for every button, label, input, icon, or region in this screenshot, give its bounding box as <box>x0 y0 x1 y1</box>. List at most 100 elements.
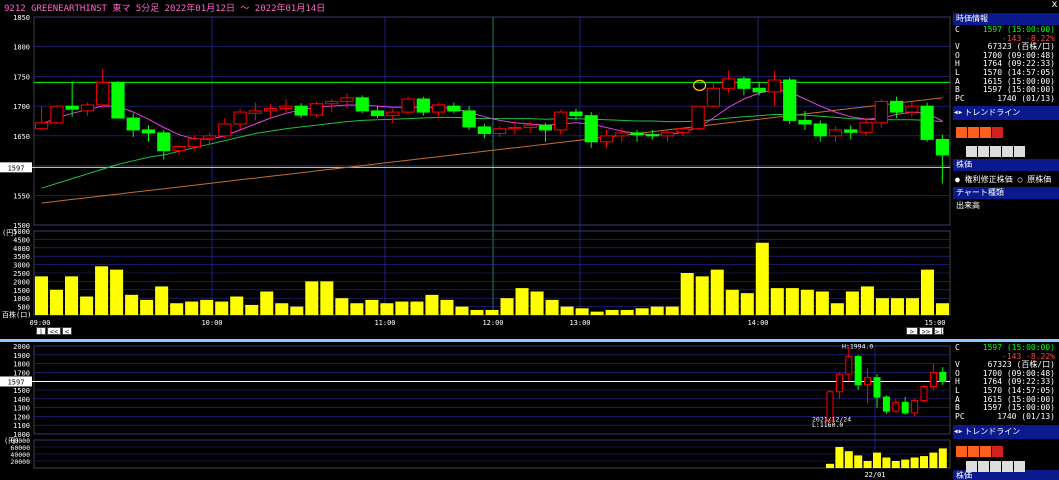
sub-y-tick-label: 1300 <box>13 405 30 413</box>
raw-radio[interactable]: ○ 原株価 <box>1018 174 1052 185</box>
arrow-left-icon[interactable]: ◀ <box>954 106 958 120</box>
candle <box>462 110 476 128</box>
candle <box>340 97 354 102</box>
sub-volume-bar <box>901 459 910 468</box>
kabuka-options: ● 権利修正株価 ○ 原株価 <box>953 171 1059 187</box>
volume-bar <box>335 298 349 315</box>
volume-bar <box>275 303 289 315</box>
print-icon[interactable] <box>1014 146 1025 158</box>
trendline-tools-2 <box>953 137 1059 159</box>
volume-bar <box>785 288 799 315</box>
prev-button[interactable]: < <box>62 327 72 336</box>
y-tick-label: 1650 <box>13 133 30 141</box>
chart-type-value[interactable]: 出来高 <box>953 199 1059 212</box>
sub-volume-tick-label: 20000 <box>10 458 30 466</box>
candle <box>141 129 156 134</box>
copy-icon[interactable] <box>990 461 1001 473</box>
volume-bar <box>815 291 829 315</box>
sub-volume-bar <box>826 463 834 468</box>
volume-bar <box>770 288 784 315</box>
prev-page-button[interactable]: << <box>47 327 61 336</box>
volume-bar <box>905 298 919 315</box>
candle <box>80 104 95 112</box>
candle <box>386 111 400 117</box>
candle <box>813 123 827 137</box>
print-icon[interactable] <box>1014 461 1025 473</box>
volume-bar <box>35 276 49 315</box>
pen-icon[interactable] <box>956 127 967 139</box>
candle <box>355 97 369 112</box>
lock-icon[interactable] <box>1002 461 1013 473</box>
cursor-icon[interactable] <box>966 146 977 158</box>
volume-tick-label: 3000 <box>13 262 30 270</box>
volume-bar <box>245 304 259 315</box>
volume-bar <box>560 306 574 315</box>
candle <box>569 111 583 117</box>
text-icon[interactable] <box>978 461 989 473</box>
volume-bar <box>860 286 874 315</box>
first-button[interactable]: |< <box>36 327 46 344</box>
candle <box>477 126 491 134</box>
text-icon[interactable] <box>978 146 989 158</box>
sub-candle <box>920 385 928 402</box>
side-panel: 時価情報 C 1597 (15:00:00) -143 -8.22% V 67323 (… <box>953 13 1059 339</box>
arrow-right-icon[interactable]: ▶ <box>959 106 963 120</box>
candle <box>859 122 873 133</box>
volume-bar <box>260 291 274 315</box>
volume-bar <box>305 281 319 315</box>
volume-bar <box>110 269 124 315</box>
lock-icon[interactable] <box>1002 146 1013 158</box>
volume-tick-label: 1500 <box>13 287 30 295</box>
candle <box>645 134 659 137</box>
long-term-chart[interactable]: 2000190018001700160015001400130012001100… <box>0 342 952 480</box>
candle <box>905 105 919 113</box>
arrow-left-icon[interactable]: ◀ <box>954 425 958 439</box>
nav-left-group: |< << < <box>36 327 72 344</box>
candle <box>96 81 110 106</box>
volume-bar <box>95 266 109 315</box>
sub-volume-bar <box>910 457 919 468</box>
trendline-bar: ◀ ▶ トレンドライン <box>953 106 1059 121</box>
arrow-right-icon[interactable]: ▶ <box>959 425 963 439</box>
candle <box>35 122 49 130</box>
main-chart[interactable]: 1850180017501700165016001550150009:0010:… <box>0 13 952 339</box>
sub-candle <box>911 400 919 414</box>
volume-bar <box>695 276 709 315</box>
last-button[interactable]: >| <box>934 327 944 336</box>
adjusted-radio[interactable]: ● 権利修正株価 <box>955 174 1013 185</box>
volume-bar <box>800 289 814 315</box>
candle <box>737 78 751 89</box>
volume-bar <box>290 306 304 315</box>
sub-y-tick-label: 1800 <box>13 361 30 369</box>
volume-tick-label: 3500 <box>13 253 30 261</box>
volume-bar <box>710 269 724 315</box>
close-button[interactable]: x <box>1050 0 1059 11</box>
lines-icon[interactable] <box>968 127 979 139</box>
delete-icon[interactable] <box>992 127 1003 139</box>
candle <box>264 108 278 112</box>
next-button[interactable]: > <box>906 327 918 336</box>
info-key: C <box>955 343 960 352</box>
candle <box>889 100 904 113</box>
sub-candle <box>901 401 909 414</box>
volume-bar <box>140 299 154 315</box>
candle <box>65 105 79 110</box>
grid-icon[interactable] <box>980 127 991 139</box>
sub-volume-bar <box>863 461 872 468</box>
copy-icon[interactable] <box>990 146 1001 158</box>
candle <box>523 124 537 129</box>
candle <box>935 138 949 156</box>
info-value: 1740 (01/13) <box>997 93 1055 103</box>
candle <box>630 132 644 136</box>
volume-bar <box>455 306 469 315</box>
sub-candle <box>835 373 843 393</box>
y-tick-label: 1700 <box>13 103 30 111</box>
volume-bar <box>650 306 664 315</box>
volume-bar <box>725 289 739 315</box>
sub-candle <box>939 371 947 382</box>
candle <box>431 104 446 113</box>
info-table: C 1597 (15:00:00) -143 -8.22% V 67323 (百株/口)… <box>953 25 1059 104</box>
next-page-button[interactable]: >> <box>919 327 933 336</box>
chart-type-header: チャート種類 <box>953 187 1059 200</box>
volume-bar <box>215 301 229 315</box>
